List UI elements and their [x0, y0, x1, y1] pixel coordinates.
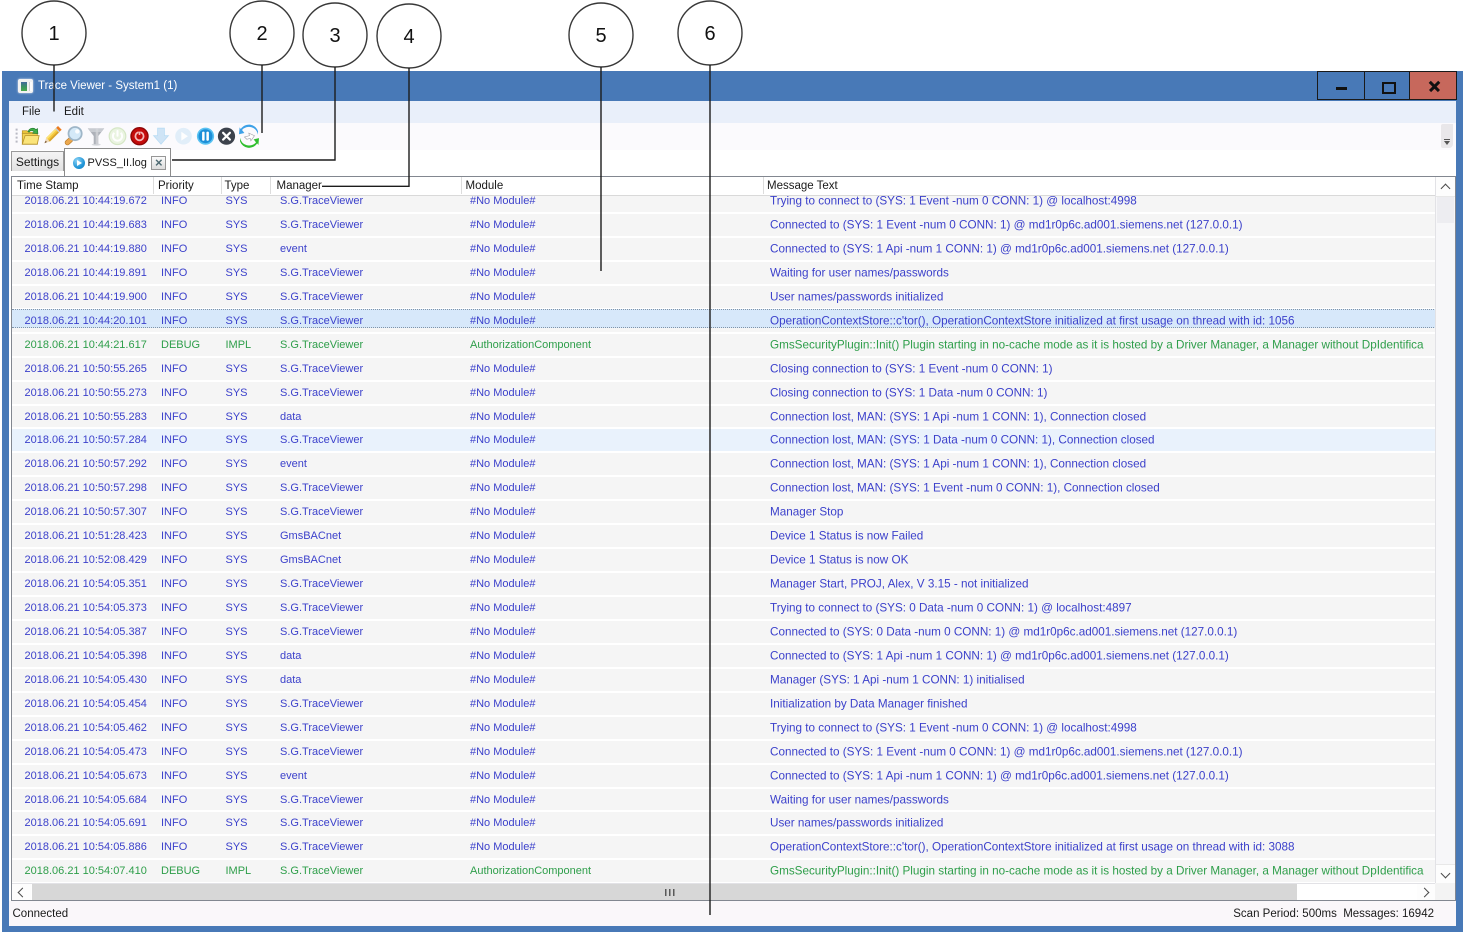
svg-text:5: 5	[595, 25, 606, 47]
svg-text:1: 1	[48, 23, 59, 45]
svg-text:3: 3	[329, 25, 340, 47]
svg-text:6: 6	[704, 23, 715, 45]
svg-text:4: 4	[403, 26, 414, 48]
svg-text:2: 2	[256, 23, 267, 45]
